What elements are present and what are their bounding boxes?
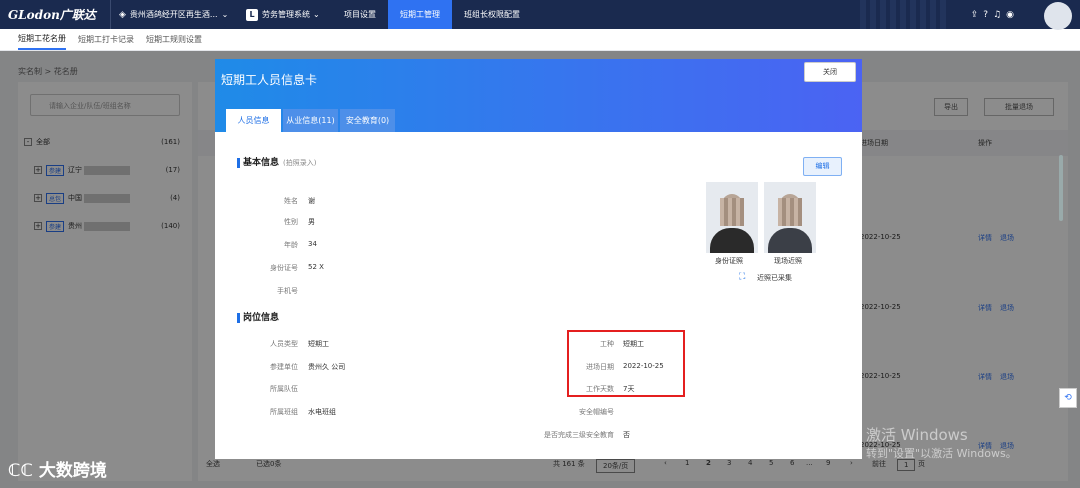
brand-logo-icon: ℂℂ <box>8 461 39 481</box>
main-nav: 项目设置 短期工管理 班组长权限配置 <box>332 0 532 29</box>
activation-watermark-sub: 转到"设置"以激活 Windows。 <box>866 447 1017 460</box>
upload-icon[interactable]: ⇪ <box>971 10 979 20</box>
tab-person-info[interactable]: 人员信息 <box>226 109 281 132</box>
activation-watermark: 激活 Windows <box>866 426 968 444</box>
close-button[interactable]: 关闭 <box>804 62 856 82</box>
face-status: 近照已采集 <box>757 274 792 282</box>
field-label: 人员类型 <box>270 340 298 348</box>
field-label: 安全帽编号 <box>579 408 614 416</box>
header-decoration <box>860 0 950 29</box>
id-photo-label: 身份证照 <box>715 257 743 265</box>
top-bar: GLodon广联达 ◈ 贵州酒鸽经开区再生酒... ⌄ L 劳务管理系统 ⌄ 项目设置 … <box>0 0 1080 30</box>
photo-body <box>710 228 754 253</box>
glodon-logo: GLodon广联达 <box>8 8 96 22</box>
basic-info-title: 基本信息 (拍照录入) <box>237 158 316 168</box>
site-photo-label: 现场近照 <box>774 257 802 265</box>
chevron-down-icon: ⌄ <box>221 10 229 19</box>
system-selector[interactable]: L 劳务管理系统 ⌄ <box>246 8 332 21</box>
field-label: 性别 <box>284 218 298 226</box>
section-hint: (拍照录入) <box>283 159 317 167</box>
post-info-title: 岗位信息 <box>237 313 279 323</box>
site-photo[interactable] <box>764 182 816 253</box>
field-value: 水电班组 <box>308 408 336 416</box>
bell-icon[interactable]: ♫ <box>993 10 1001 20</box>
tab-safety-education[interactable]: 安全教育(0) <box>340 109 395 132</box>
chevron-down-icon: ⌄ <box>313 10 320 19</box>
field-label: 身份证号 <box>270 264 298 272</box>
highlight-box <box>567 330 685 397</box>
field-label: 手机号 <box>277 287 298 295</box>
id-card-photo[interactable] <box>706 182 758 253</box>
brand-text: 大数跨境 <box>38 461 107 481</box>
edit-button[interactable]: 编辑 <box>803 157 842 176</box>
nav-leader-permission[interactable]: 班组长权限配置 <box>452 0 532 29</box>
field-value: 贵州久 公司 <box>308 363 346 371</box>
modal-title: 短期工人员信息卡 <box>221 73 318 87</box>
help-icon[interactable]: ? <box>983 10 988 20</box>
nav-project-settings[interactable]: 项目设置 <box>332 0 388 29</box>
user-icon[interactable]: ◉ <box>1006 10 1014 20</box>
project-selector[interactable]: ◈ 贵州酒鸽经开区再生酒... ⌄ <box>110 0 246 29</box>
tab-rule-settings[interactable]: 短期工规则设置 <box>146 34 202 45</box>
worker-info-modal: 短期工人员信息卡 关闭 人员信息 从业信息(11) 安全教育(0) 基本信息 (拍… <box>215 59 862 459</box>
field-value: 34 <box>308 240 317 248</box>
field-label: 参建单位 <box>270 363 298 371</box>
sub-tabs: 短期工花名册 短期工打卡记录 短期工规则设置 <box>0 29 1080 51</box>
field-label: 所属队伍 <box>270 385 298 393</box>
top-right-tools: ⇪ ? ♫ ◉ <box>971 0 1014 29</box>
system-icon: L <box>246 8 258 21</box>
tab-roster[interactable]: 短期工花名册 <box>18 30 66 50</box>
field-label: 姓名 <box>284 197 298 205</box>
brand-watermark: ℂℂ 大数跨境 <box>8 456 107 481</box>
field-label: 是否完成三级安全教育 <box>544 431 614 439</box>
photo-mosaic <box>720 198 744 226</box>
face-scan-icon: ⛶ <box>739 272 746 282</box>
tab-clock-records[interactable]: 短期工打卡记录 <box>78 34 134 45</box>
field-value: 谢 <box>308 197 315 205</box>
tab-employment-info[interactable]: 从业信息(11) <box>283 109 338 132</box>
section-title-text: 基本信息 <box>243 158 280 168</box>
avatar[interactable] <box>1044 2 1072 30</box>
photo-mosaic <box>778 198 802 226</box>
field-value: 52 X <box>308 263 324 271</box>
refresh-side-icon[interactable]: ⟲ <box>1059 388 1077 408</box>
field-value: 男 <box>308 218 315 226</box>
project-name: 贵州酒鸽经开区再生酒... <box>129 10 218 19</box>
field-label: 年龄 <box>284 241 298 249</box>
project-icon: ◈ <box>119 9 126 20</box>
nav-short-term-worker[interactable]: 短期工管理 <box>388 0 452 29</box>
field-value: 短期工 <box>308 340 329 348</box>
table-scrollbar[interactable] <box>1059 155 1063 221</box>
field-label: 所属班组 <box>270 408 298 416</box>
photo-body <box>768 228 812 253</box>
field-value: 否 <box>623 431 630 439</box>
system-name: 劳务管理系统 <box>262 10 310 19</box>
